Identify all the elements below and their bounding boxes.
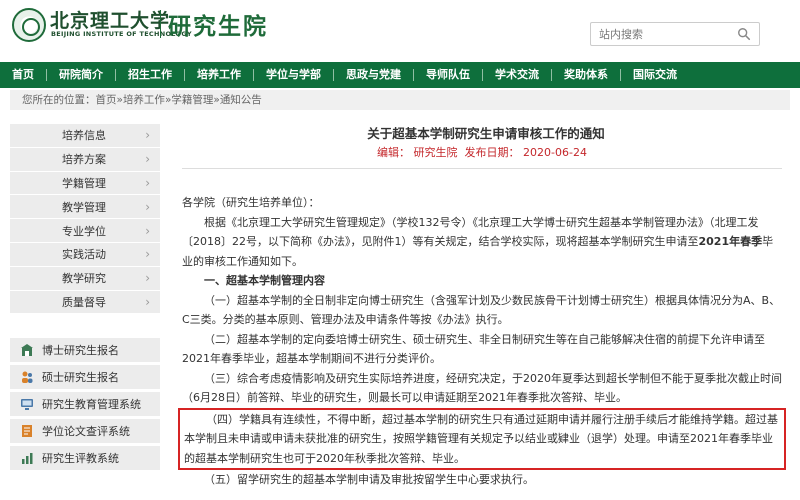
main-nav: 首页 研院简介 招生工作 培养工作 学位与学部 思政与党建 导师队伍 学术交流 奖助体系 国际交流 — [0, 62, 800, 88]
quicklink-item-3[interactable]: 学位论文查评系统 — [10, 419, 160, 446]
sidebar-menu: 培养信息 › 培养方案 › 学籍管理 › 教学管理 › 专业学位 › 实践活动 › 教学研究 › 质量督导 › — [10, 124, 160, 315]
sidebar-item-6[interactable]: 教学研究 › — [10, 266, 160, 291]
chevron-right-icon: › — [145, 175, 150, 190]
article: 关于超基本学制研究生申请审核工作的通知 编辑： 研究生院 发布日期： 2020-… — [178, 124, 786, 490]
search-input[interactable] — [599, 26, 719, 42]
nav-item-2[interactable]: 招生工作 — [116, 62, 184, 88]
nav-item-4[interactable]: 学位与学部 — [254, 62, 333, 88]
sidebar-item-label: 学籍管理 — [62, 176, 106, 190]
meta-divider — [182, 168, 782, 169]
breadcrumb-item-2[interactable]: 学籍管理 — [171, 94, 213, 106]
quicklink-label: 学位论文查评系统 — [42, 425, 130, 438]
quicklink-item-0[interactable]: 博士研究生报名 — [10, 338, 160, 365]
chevron-right-icon: › — [145, 199, 150, 214]
chevron-right-icon: › — [145, 271, 150, 286]
date-value: 2020-06-24 — [523, 146, 587, 159]
sidebar-item-label: 培养方案 — [62, 153, 106, 167]
sidebar-item-3[interactable]: 教学管理 › — [10, 195, 160, 220]
sidebar-item-1[interactable]: 培养方案 › — [10, 147, 160, 172]
building-icon — [20, 343, 34, 357]
nav-item-1[interactable]: 研院简介 — [47, 62, 115, 88]
sidebar-item-0[interactable]: 培养信息 › — [10, 124, 160, 148]
sidebar-item-label: 教学管理 — [62, 200, 106, 214]
nav-item-8[interactable]: 奖助体系 — [552, 62, 620, 88]
sidebar-item-label: 实践活动 — [62, 248, 106, 262]
chart-icon — [20, 451, 34, 465]
editor-label: 编辑： — [377, 146, 411, 159]
logo-divider — [160, 10, 161, 38]
sidebar-item-2[interactable]: 学籍管理 › — [10, 171, 160, 196]
intro-bold: 2021年春季 — [698, 235, 763, 248]
nav-item-0[interactable]: 首页 — [0, 62, 46, 88]
intro-paragraph: 根据《北京理工大学研究生管理规定》（学校132号令）《北京理工大学博士研究生超基… — [182, 215, 774, 268]
nav-item-6[interactable]: 导师队伍 — [414, 62, 482, 88]
sidebar-item-label: 专业学位 — [62, 224, 106, 238]
sidebar-item-label: 培养信息 — [62, 129, 106, 143]
quicklink-item-1[interactable]: 硕士研究生报名 — [10, 365, 160, 392]
breadcrumb-prefix: 您所在的位置： — [22, 94, 96, 106]
paragraph-3: （三）综合考虑疫情影响及研究生实际培养进度，经研究决定，于2020年夏季达到超长… — [182, 371, 782, 405]
paragraph-4: （四）学籍具有连续性，不得中断，超过基本学制的研究生只有通过延期申请并履行注册手… — [184, 412, 778, 465]
article-title: 关于超基本学制研究生申请审核工作的通知 — [367, 126, 605, 141]
quick-links: 博士研究生报名 硕士研究生报名研究生教育管理系统 学位论文查评系统 研究生评教系统 — [10, 338, 160, 473]
nav-item-3[interactable]: 培养工作 — [185, 62, 253, 88]
breadcrumb-item-1[interactable]: 培养工作 — [123, 94, 165, 106]
highlighted-paragraph-box: （四）学籍具有连续性，不得中断，超过基本学制的研究生只有通过延期申请并履行注册手… — [178, 407, 786, 470]
quicklink-item-2[interactable]: 研究生教育管理系统 — [10, 392, 160, 419]
nav-item-5[interactable]: 思政与党建 — [334, 62, 413, 88]
quicklink-label: 研究生评教系统 — [42, 452, 119, 465]
site-name[interactable]: 研究生院 — [168, 7, 268, 41]
sidebar-item-label: 质量督导 — [62, 295, 106, 309]
quicklink-label: 研究生教育管理系统 — [42, 398, 141, 411]
sidebar-item-7[interactable]: 质量督导 › — [10, 290, 160, 315]
sidebar-item-label: 教学研究 — [62, 272, 106, 286]
quicklink-label: 硕士研究生报名 — [42, 371, 119, 384]
people-icon — [20, 370, 34, 384]
nav-item-9[interactable]: 国际交流 — [621, 62, 689, 88]
paragraph-1: （一）超基本学制的全日制非定向博士研究生（含强军计划及少数民族骨干计划博士研究生… — [182, 293, 781, 327]
sidebar-item-5[interactable]: 实践活动 › — [10, 242, 160, 267]
paragraph-5: （五）留学研究生的超基本学制申请及审批按留学生中心要求执行。 — [204, 473, 534, 486]
document-icon — [20, 424, 34, 438]
quicklink-item-4[interactable]: 研究生评教系统 — [10, 446, 160, 473]
chevron-right-icon: › — [145, 152, 150, 167]
breadcrumb: 您所在的位置：首页»培养工作»学籍管理»通知公告 — [10, 90, 790, 110]
chevron-right-icon: › — [145, 294, 150, 309]
article-meta: 编辑： 研究生院 发布日期： 2020-06-24 — [182, 144, 782, 162]
editor-value: 研究生院 — [413, 146, 458, 159]
quicklink-label: 博士研究生报名 — [42, 344, 119, 357]
chevron-right-icon: › — [145, 128, 150, 143]
salutation: 各学院（研究生培养单位）： — [182, 196, 320, 209]
date-label: 发布日期： — [464, 146, 520, 159]
search-box — [590, 22, 760, 46]
chevron-right-icon: › — [145, 223, 150, 238]
university-seal-logo[interactable] — [12, 8, 46, 42]
university-name-cn[interactable]: 北京理工大学 — [50, 6, 170, 33]
search-icon[interactable] — [737, 27, 751, 41]
breadcrumb-item-0[interactable]: 首页 — [96, 94, 117, 106]
breadcrumb-item-3[interactable]: 通知公告 — [220, 94, 262, 106]
site-header: 北京理工大学 BEIJING INSTITUTE OF TECHNOLOGY 研… — [0, 0, 800, 60]
paragraph-2: （二）超基本学制的定向委培博士研究生、硕士研究生、非全日制研究生等在自己能够解决… — [182, 332, 765, 366]
article-body: 各学院（研究生培养单位）： 根据《北京理工大学研究生管理规定》（学校132号令）… — [178, 193, 786, 490]
sidebar-item-4[interactable]: 专业学位 › — [10, 219, 160, 243]
monitor-icon — [20, 397, 34, 411]
nav-item-7[interactable]: 学术交流 — [483, 62, 551, 88]
section-heading: 一、超基本学制管理内容 — [204, 274, 325, 287]
chevron-right-icon: › — [145, 247, 150, 262]
